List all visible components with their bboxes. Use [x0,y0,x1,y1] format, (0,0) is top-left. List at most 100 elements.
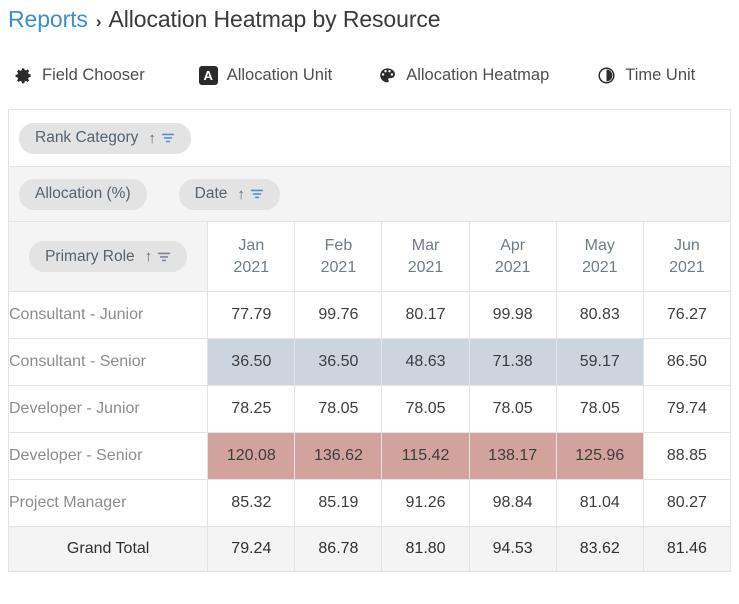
row-pill-primary-role[interactable]: Primary Role ↑ [29,241,188,272]
measure-pill-label: Allocation (%) [35,185,131,202]
row-label: Developer - Junior [7,385,209,433]
data-cell[interactable]: 77.79 [207,291,296,339]
column-header-may[interactable]: May 2021 [555,221,644,292]
data-cell[interactable]: 76.27 [642,291,732,339]
data-cell[interactable]: 120.08 [207,432,296,480]
table-row: Developer - Senior 120.08 136.62 115.42 … [7,432,732,480]
data-cell[interactable]: 85.19 [294,479,383,527]
data-cell[interactable]: 88.85 [642,432,732,480]
sort-ascending-icon[interactable]: ↑ [145,249,153,264]
field-chooser-label: Field Chooser [42,65,145,84]
sort-ascending-icon[interactable]: ↑ [148,131,156,146]
data-cell[interactable]: 78.25 [207,385,296,433]
column-header-year: 2021 [407,258,444,276]
column-header-month: Feb [324,237,353,255]
report-toolbar: Field Chooser A Allocation Unit Allocati… [0,55,739,95]
grand-total-cell[interactable]: 94.53 [468,526,557,572]
time-unit-label: Time Unit [625,65,696,84]
column-header-jun[interactable]: Jun 2021 [642,221,732,292]
pivot-header-row: Primary Role ↑ Jan 2021 Feb 2021 Mar 202… [7,221,732,292]
data-cell[interactable]: 125.96 [555,432,644,480]
letter-a-icon: A [198,65,218,85]
allocation-heatmap-label: Allocation Heatmap [406,65,550,84]
column-header-feb[interactable]: Feb 2021 [294,221,383,292]
table-row: Consultant - Senior 36.50 36.50 48.63 71… [7,338,732,386]
data-cell[interactable]: 78.05 [555,385,644,433]
allocation-unit-button[interactable]: A Allocation Unit [198,65,333,85]
palette-icon [378,66,397,85]
sort-ascending-icon[interactable]: ↑ [237,187,245,202]
breadcrumb-link-reports[interactable]: Reports [8,6,88,33]
gear-icon [14,66,33,85]
data-cell[interactable]: 80.83 [555,291,644,339]
row-label: Consultant - Senior [7,338,209,386]
data-cell[interactable]: 98.84 [468,479,557,527]
pivot-table: Primary Role ↑ Jan 2021 Feb 2021 Mar 202… [7,221,732,572]
allocation-heatmap-button[interactable]: Allocation Heatmap [378,66,549,85]
row-pill-label: Primary Role [45,247,135,265]
page-filter-area: Rank Category ↑ [9,110,730,167]
data-cell[interactable]: 138.17 [468,432,557,480]
data-cell[interactable]: 78.05 [468,385,557,433]
filter-icon[interactable] [157,250,171,264]
breadcrumb: Reports › Allocation Heatmap by Resource [0,0,739,38]
row-label: Consultant - Junior [7,291,209,339]
data-cell[interactable]: 71.38 [468,338,557,386]
data-cell[interactable]: 86.50 [642,338,732,386]
data-cell[interactable]: 36.50 [294,338,383,386]
column-header-year: 2021 [581,258,618,276]
column-header-mar[interactable]: Mar 2021 [381,221,470,292]
allocation-unit-label: Allocation Unit [226,65,333,84]
column-header-month: Mar [411,237,440,255]
data-cell[interactable]: 115.42 [381,432,470,480]
data-cell[interactable]: 81.04 [555,479,644,527]
grand-total-cell[interactable]: 83.62 [555,526,644,572]
filter-pill-rank-category[interactable]: Rank Category ↑ [19,122,191,154]
column-header-month: May [584,237,615,255]
data-cell[interactable]: 136.62 [294,432,383,480]
data-cell[interactable]: 91.26 [381,479,470,527]
measure-pill-allocation[interactable]: Allocation (%) [19,178,147,210]
grand-total-label: Grand Total [7,526,209,572]
field-chooser-button[interactable]: Field Chooser [14,66,145,85]
filter-pill-rank-category-label: Rank Category [35,129,139,146]
column-header-month: Jun [674,237,700,255]
time-unit-button[interactable]: Time Unit [597,66,695,85]
breadcrumb-separator-icon: › [95,12,102,31]
data-cell[interactable]: 80.17 [381,291,470,339]
column-header-month: Apr [500,237,526,255]
column-pill-date-label: Date [194,185,228,202]
column-header-apr[interactable]: Apr 2021 [468,221,557,292]
data-cell[interactable]: 48.63 [381,338,470,386]
column-header-month: Jan [238,237,265,255]
data-and-column-area: Allocation (%) Date ↑ [9,167,730,221]
grand-total-cell[interactable]: 81.80 [381,526,470,572]
page-title: Allocation Heatmap by Resource [108,6,441,32]
grand-total-cell[interactable]: 86.78 [294,526,383,572]
column-header-year: 2021 [320,258,357,276]
data-cell[interactable]: 59.17 [555,338,644,386]
grand-total-cell[interactable]: 79.24 [207,526,296,572]
column-header-year: 2021 [669,258,705,276]
filter-icon[interactable] [250,187,264,201]
data-cell[interactable]: 80.27 [642,479,732,527]
column-pill-date[interactable]: Date ↑ [178,178,280,210]
data-cell[interactable]: 99.76 [294,291,383,339]
table-row: Developer - Junior 78.25 78.05 78.05 78.… [7,385,732,433]
data-cell[interactable]: 78.05 [381,385,470,433]
filter-icon[interactable] [161,131,175,145]
data-cell[interactable]: 79.74 [642,385,732,433]
row-label: Developer - Senior [7,432,209,480]
data-cell[interactable]: 99.98 [468,291,557,339]
table-row: Project Manager 85.32 85.19 91.26 98.84 … [7,479,732,527]
grand-total-cell[interactable]: 81.46 [642,526,732,572]
column-header-jan[interactable]: Jan 2021 [207,221,296,292]
data-cell[interactable]: 36.50 [207,338,296,386]
row-label: Project Manager [7,479,209,527]
column-header-year: 2021 [233,258,270,276]
data-cell[interactable]: 85.32 [207,479,296,527]
data-cell[interactable]: 78.05 [294,385,383,433]
table-row: Consultant - Junior 77.79 99.76 80.17 99… [7,291,732,339]
column-header-year: 2021 [494,258,531,276]
pivot-body: Consultant - Junior 77.79 99.76 80.17 99… [7,291,732,572]
